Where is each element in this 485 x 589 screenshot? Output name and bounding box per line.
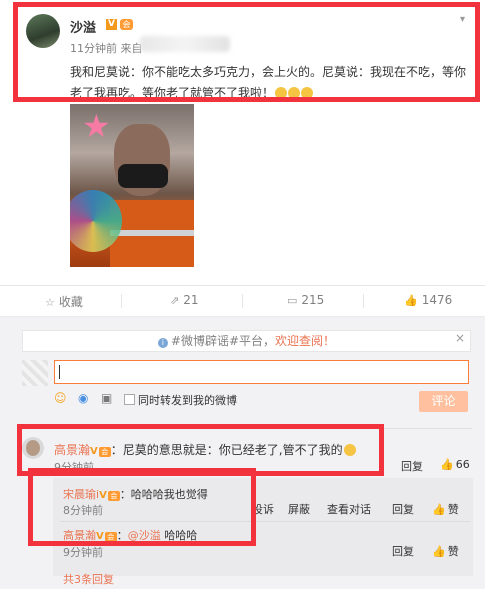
more-replies-link[interactable]: 共3条回复: [63, 571, 114, 587]
reply-like-button[interactable]: 👍 赞: [432, 501, 459, 517]
star-outline-icon: ☆: [45, 296, 55, 309]
info-icon: i: [157, 338, 168, 348]
repost-checkbox-label: 同时转发到我的微博: [138, 394, 237, 407]
thumbs-up-icon: 👍: [432, 545, 446, 558]
thumbs-up-icon: 👍: [432, 503, 446, 516]
repost-button[interactable]: ⇗ 21: [170, 293, 199, 307]
notice-link[interactable]: 欢迎查阅！: [275, 334, 335, 348]
image-icon[interactable]: ▣: [101, 391, 112, 405]
sticker-star-icon: ★: [82, 107, 111, 145]
repost-checkbox[interactable]: [124, 394, 135, 405]
thumbs-up-icon: 👍: [404, 294, 418, 307]
comment-like-button[interactable]: 👍 66: [440, 458, 470, 471]
like-label: 赞: [447, 545, 459, 558]
comment-like-count: 66: [455, 458, 470, 471]
highlight-box-post: [13, 2, 480, 102]
thumbs-up-icon: 👍: [440, 458, 454, 471]
reply-like-button[interactable]: 👍 赞: [432, 543, 459, 559]
action-bar: ☆ 收藏 ⇗ 21 ▭ 215 👍 1476: [0, 286, 485, 317]
highlight-box-reply: [28, 468, 256, 546]
view-conversation-button[interactable]: 查看对话: [327, 501, 371, 517]
divider: [242, 294, 243, 308]
post-photo[interactable]: ★: [70, 104, 194, 267]
like-count: 1476: [421, 293, 453, 307]
reply-button[interactable]: 回复: [392, 543, 414, 559]
weibo-post-screen: 沙溢 V 会 11分钟前 来自 ▾ 我和尼莫说：你不能吃太多巧克力，会上火的。尼…: [0, 0, 485, 589]
favorite-label: 收藏: [58, 295, 83, 309]
comment-button[interactable]: ▭ 215: [287, 293, 324, 307]
repost-count: 21: [183, 293, 199, 307]
comment-count: 215: [301, 293, 325, 307]
submit-comment-button[interactable]: 评论: [419, 391, 468, 412]
reply-button[interactable]: 回复: [392, 501, 414, 517]
divider: [121, 294, 122, 308]
like-button[interactable]: 👍 1476: [404, 293, 452, 307]
repost-icon: ⇗: [170, 294, 180, 307]
favorite-button[interactable]: ☆ 收藏: [45, 293, 83, 310]
block-button[interactable]: 屏蔽: [288, 501, 310, 517]
photo-vest-stripe: [110, 230, 194, 236]
reply-button[interactable]: 回复: [401, 458, 423, 474]
close-icon[interactable]: ×: [455, 331, 465, 345]
reply-time: 9分钟前: [63, 546, 103, 559]
comment-icon: ▭: [287, 294, 298, 307]
notice-text: #微博辟谣#平台，: [170, 334, 276, 348]
gif-icon[interactable]: ◉: [78, 391, 88, 405]
my-avatar: [22, 360, 48, 386]
comment-input[interactable]: [54, 360, 469, 384]
text-caret: [59, 365, 60, 379]
emoji-icon[interactable]: ☺: [54, 391, 67, 405]
divider: [363, 294, 364, 308]
photo-mask: [118, 164, 168, 188]
like-label: 赞: [447, 503, 459, 516]
rumor-notice[interactable]: i #微博辟谣#平台，欢迎查阅！: [22, 330, 471, 352]
